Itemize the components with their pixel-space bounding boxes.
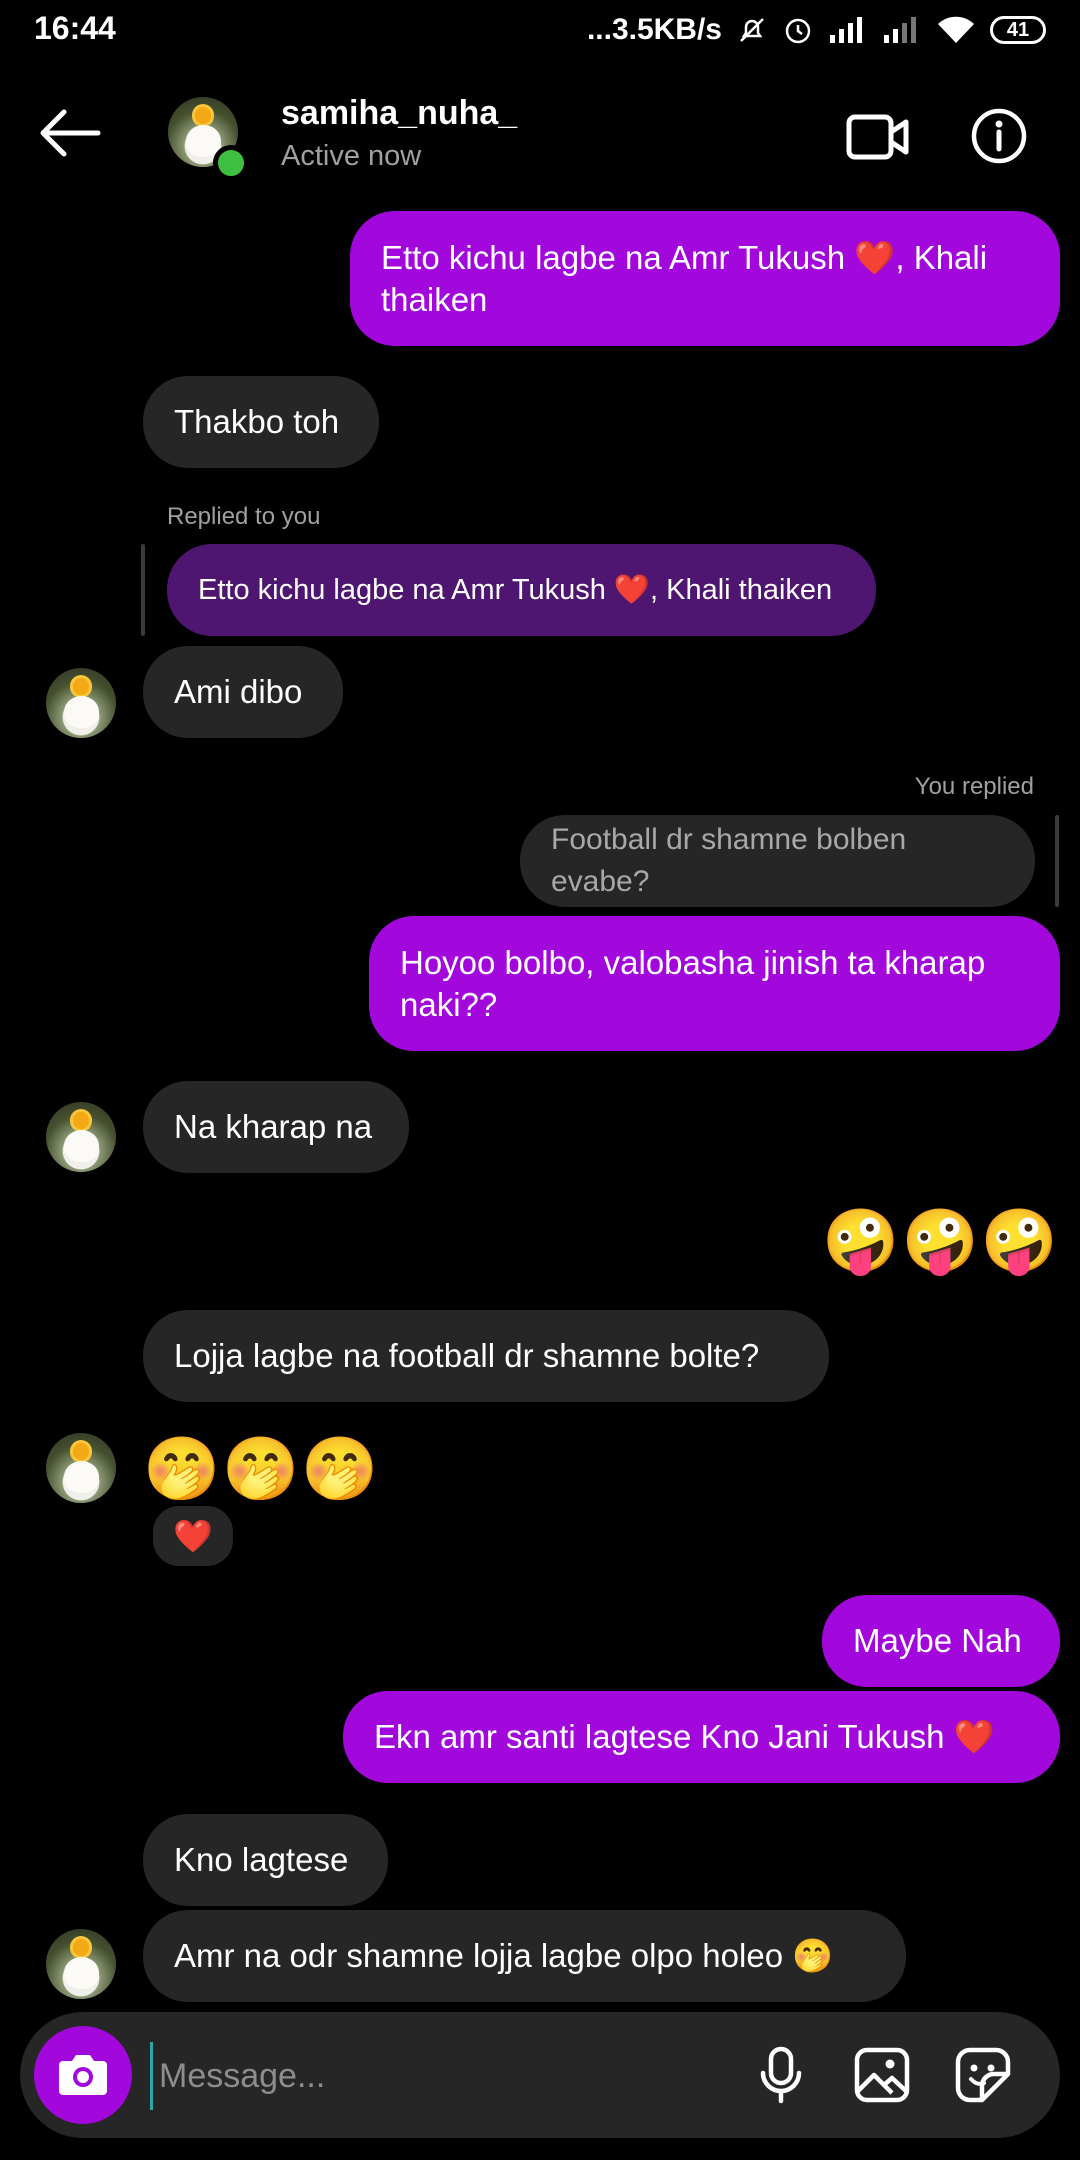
- avatar[interactable]: [46, 668, 116, 738]
- video-call-icon[interactable]: [846, 112, 910, 162]
- signal-icon: [830, 17, 862, 43]
- signal-icon-2: [884, 17, 916, 43]
- incoming-message[interactable]: Amr na odr shamne lojja lagbe olpo holeo…: [143, 1910, 906, 2002]
- outgoing-emoji-message[interactable]: 🤪🤪🤪: [822, 1207, 1060, 1277]
- message-composer: [20, 2012, 1060, 2138]
- wifi-icon: [938, 16, 974, 43]
- reply-label: Replied to you: [167, 503, 321, 530]
- chat-header: samiha_nuha_ Active now: [0, 64, 1080, 209]
- sticker-icon[interactable]: [953, 2045, 1013, 2105]
- gallery-icon[interactable]: [852, 2045, 912, 2105]
- reply-thread-bar: [1055, 815, 1059, 907]
- reply-thread-bar: [141, 544, 145, 636]
- incoming-message[interactable]: Kno lagtese: [143, 1814, 388, 1906]
- info-icon[interactable]: [970, 107, 1028, 165]
- heart-reaction[interactable]: ❤️: [149, 1502, 237, 1570]
- outgoing-message[interactable]: Etto kichu lagbe na Amr Tukush ❤️, Khali…: [350, 211, 1060, 346]
- incoming-message[interactable]: Ami dibo: [143, 646, 343, 738]
- incoming-message[interactable]: Na kharap na: [143, 1081, 409, 1173]
- mute-icon: [740, 18, 764, 42]
- status-icons: ...3.5KB/s 41: [587, 8, 1046, 52]
- avatar[interactable]: [46, 1433, 116, 1503]
- incoming-message[interactable]: Lojja lagbe na football dr shamne bolte?: [143, 1310, 829, 1402]
- replied-quote[interactable]: Football dr shamne bolben evabe?: [520, 815, 1035, 907]
- outgoing-message[interactable]: Ekn amr santi lagtese Kno Jani Tukush ❤️: [343, 1691, 1060, 1783]
- reply-label: You replied: [914, 773, 1034, 800]
- replied-quote[interactable]: Etto kichu lagbe na Amr Tukush ❤️, Khali…: [167, 544, 876, 636]
- incoming-emoji-message[interactable]: 🤭🤭🤭: [143, 1435, 381, 1505]
- status-time: 16:44: [34, 10, 116, 46]
- back-arrow-icon[interactable]: [38, 108, 102, 158]
- avatar[interactable]: [46, 1102, 116, 1172]
- camera-icon: [59, 2055, 107, 2095]
- status-bar: 16:44 ...3.5KB/s 41: [0, 0, 1080, 64]
- camera-button[interactable]: [34, 2026, 132, 2124]
- battery-indicator: 41: [990, 16, 1046, 44]
- contact-status: Active now: [281, 140, 422, 172]
- outgoing-message[interactable]: Hoyoo bolbo, valobasha jinish ta kharap …: [369, 916, 1060, 1051]
- incoming-message[interactable]: Thakbo toh: [143, 376, 379, 468]
- avatar[interactable]: [46, 1929, 116, 1999]
- alarm-icon: [785, 18, 811, 44]
- contact-username[interactable]: samiha_nuha_: [281, 94, 517, 133]
- online-indicator: [213, 145, 249, 181]
- microphone-icon[interactable]: [751, 2045, 811, 2105]
- outgoing-message[interactable]: Maybe Nah: [822, 1595, 1060, 1687]
- network-speed: ...3.5KB/s: [586, 13, 722, 46]
- message-input[interactable]: [150, 2042, 721, 2110]
